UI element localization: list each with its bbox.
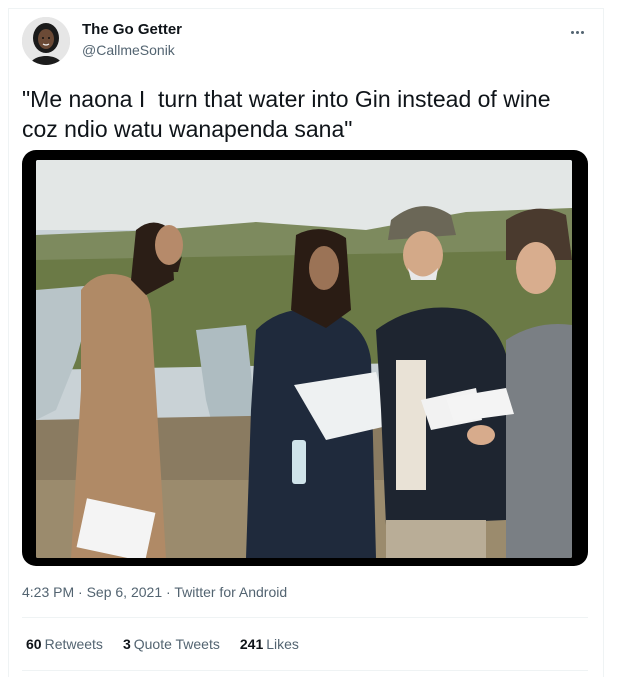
likes-count: 241 — [239, 636, 264, 652]
divider — [22, 617, 588, 618]
tweet-meta: 4:23 PM · Sep 6, 2021 · Twitter for Andr… — [22, 584, 287, 600]
tweet-photo — [36, 160, 572, 558]
meta-separator: · — [166, 584, 171, 600]
tweet-stats: 60 Retweets 3 Quote Tweets 241 Likes — [26, 636, 299, 652]
quote-tweets-count: 3 — [122, 636, 131, 652]
retweets-count: 60 — [26, 636, 42, 652]
more-horizontal-icon[interactable] — [565, 22, 589, 42]
tweet-time[interactable]: 4:23 PM — [22, 584, 74, 600]
retweets-label: Retweets — [44, 636, 103, 652]
tweet-source[interactable]: Twitter for Android — [174, 584, 287, 600]
tweet-date[interactable]: Sep 6, 2021 — [87, 584, 163, 600]
likes-stat[interactable]: 241 Likes — [240, 636, 299, 652]
tweet-media[interactable] — [22, 150, 588, 566]
divider — [22, 670, 588, 671]
meta-separator: · — [78, 584, 83, 600]
avatar[interactable] — [22, 17, 70, 65]
tweet-text: "Me naona I turn that water into Gin ins… — [22, 86, 557, 142]
author-handle[interactable]: @CallmeSonik — [82, 42, 175, 58]
retweets-stat[interactable]: 60 Retweets — [26, 636, 103, 652]
quote-tweets-label: Quote Tweets — [133, 636, 220, 652]
likes-label: Likes — [266, 636, 299, 652]
author-name[interactable]: The Go Getter — [82, 21, 182, 38]
avatar-image — [22, 17, 70, 65]
quote-tweets-stat[interactable]: 3 Quote Tweets — [123, 636, 220, 652]
